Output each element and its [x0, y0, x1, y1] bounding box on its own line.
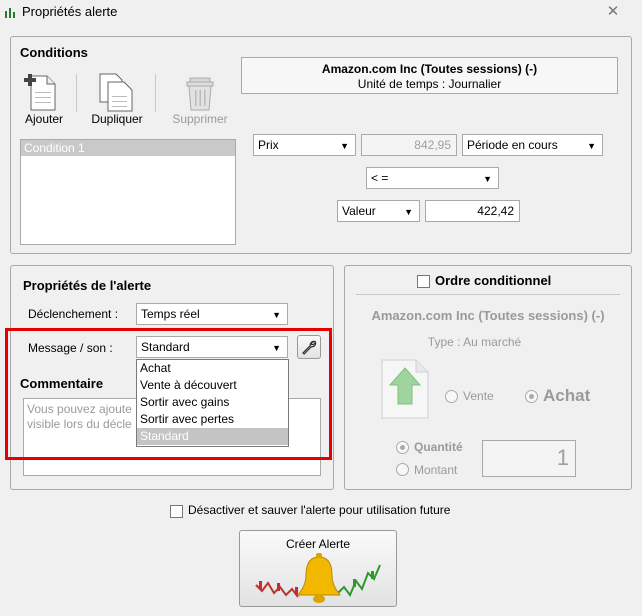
create-alert-button[interactable]: Créer Alerte: [239, 530, 397, 607]
field-select[interactable]: Prix ▼: [253, 134, 356, 156]
current-price-field: 842,95: [361, 134, 457, 156]
add-condition-button[interactable]: Ajouter: [18, 72, 70, 130]
sell-label: Vente: [463, 389, 494, 403]
title-bar: Propriétés alerte ✕: [0, 0, 642, 26]
buy-radio[interactable]: [525, 390, 538, 403]
disable-alert-checkbox[interactable]: [170, 505, 183, 518]
value-input[interactable]: 422,42: [425, 200, 520, 222]
operator-select[interactable]: < = ▼: [366, 167, 499, 189]
sell-radio[interactable]: [445, 390, 458, 403]
trigger-select[interactable]: Temps réel ▼: [136, 303, 288, 325]
divider: [356, 294, 620, 295]
chevron-down-icon: ▼: [587, 141, 596, 151]
conditions-title: Conditions: [20, 45, 88, 60]
delete-condition-button[interactable]: Supprimer: [166, 72, 234, 130]
value-type-select[interactable]: Valeur ▼: [337, 200, 420, 222]
buy-label: Achat: [543, 386, 591, 405]
trigger-label: Déclenchement :: [28, 307, 119, 321]
amount-label: Montant: [414, 463, 458, 477]
window-title: Propriétés alerte: [22, 4, 118, 19]
trigger-select-value: Temps réel: [141, 307, 200, 321]
chevron-down-icon: ▼: [404, 207, 413, 217]
quantity-radio[interactable]: [396, 441, 409, 454]
chevron-down-icon: ▼: [340, 141, 349, 151]
add-label: Ajouter: [24, 112, 64, 126]
toolbar-divider: [155, 74, 156, 112]
bell-chart-icon: [255, 553, 381, 603]
order-instrument: Amazon.com Inc (Toutes sessions) (-): [371, 308, 605, 323]
field-select-value: Prix: [258, 138, 279, 152]
trash-icon: [186, 77, 214, 111]
period-select[interactable]: Période en cours ▼: [462, 134, 603, 156]
value-type-select-value: Valeur: [342, 204, 376, 218]
amount-radio[interactable]: [396, 463, 409, 476]
operator-select-value: < =: [371, 171, 389, 185]
instrument-name: Amazon.com Inc (Toutes sessions) (-): [321, 62, 538, 76]
duplicate-label: Dupliquer: [91, 112, 143, 126]
close-button[interactable]: ✕: [602, 2, 624, 22]
duplicate-document-icon: [99, 73, 133, 112]
quantity-input: 1: [482, 440, 576, 477]
alert-properties-title: Propriétés de l'alerte: [23, 278, 152, 293]
chevron-down-icon: ▼: [483, 174, 492, 184]
quantity-label: Quantité: [414, 440, 463, 454]
disable-alert-label: Désactiver et sauver l'alerte pour utili…: [188, 503, 451, 517]
list-item[interactable]: Condition 1: [21, 140, 235, 156]
create-alert-label: Créer Alerte: [285, 537, 351, 551]
duplicate-condition-button[interactable]: Dupliquer: [86, 72, 148, 130]
buy-arrow-document-icon: [381, 359, 429, 419]
highlight-frame: [5, 328, 332, 460]
add-document-icon: [24, 74, 56, 111]
conditions-list[interactable]: Condition 1: [20, 139, 236, 245]
instrument-info: Amazon.com Inc (Toutes sessions) (-) Uni…: [241, 57, 618, 94]
period-select-value: Période en cours: [467, 138, 558, 152]
toolbar-divider: [76, 74, 77, 112]
conditional-order-checkbox[interactable]: [417, 275, 430, 288]
app-icon: [5, 8, 15, 18]
chevron-down-icon: ▼: [272, 310, 281, 320]
timeframe-label: Unité de temps : Journalier: [357, 77, 502, 91]
conditional-order-title: Ordre conditionnel: [435, 273, 552, 288]
order-type: Type : Au marché: [427, 335, 522, 349]
delete-label: Supprimer: [172, 112, 228, 126]
